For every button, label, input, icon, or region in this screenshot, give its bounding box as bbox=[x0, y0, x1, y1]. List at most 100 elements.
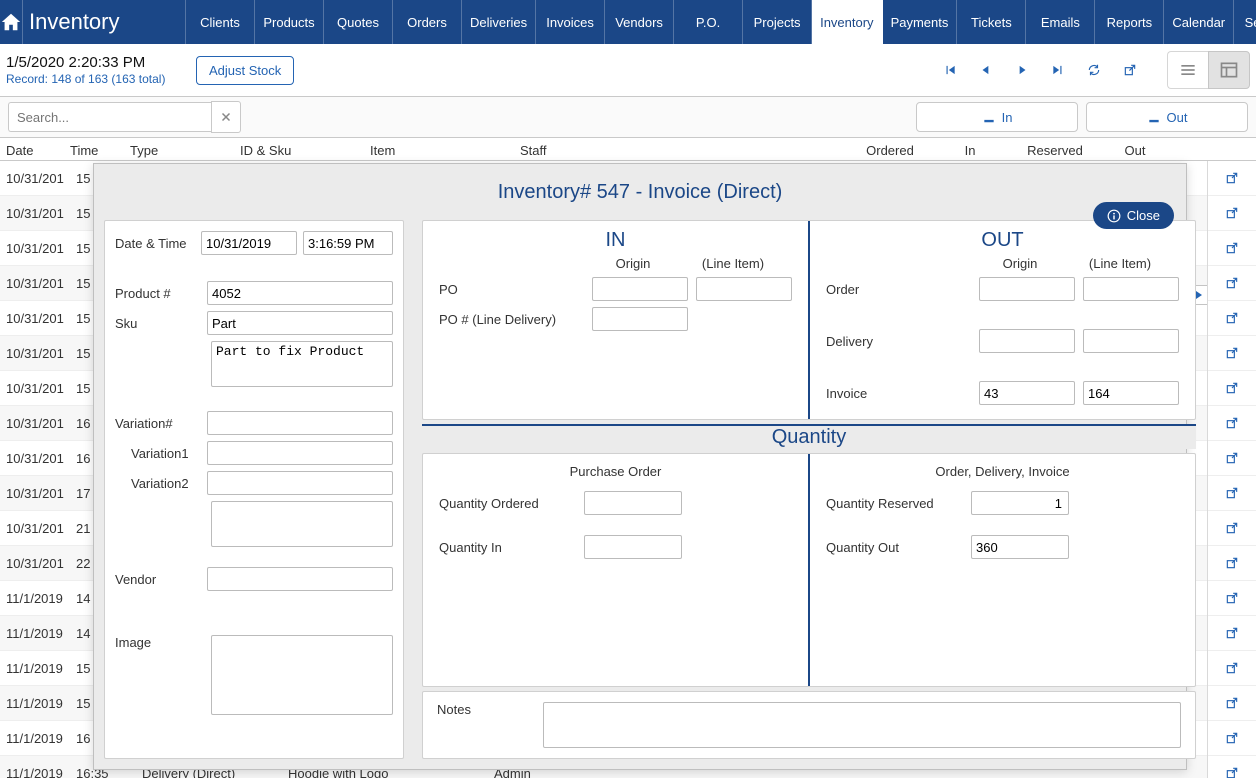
nav-tab-calendar[interactable]: Calendar bbox=[1164, 0, 1234, 44]
row-popout-button[interactable] bbox=[1208, 441, 1256, 476]
qty-out-input[interactable] bbox=[971, 535, 1069, 559]
image-box[interactable] bbox=[211, 635, 393, 715]
row-popout-button[interactable] bbox=[1208, 301, 1256, 336]
qty-reserved-input[interactable] bbox=[971, 491, 1069, 515]
row-popout-button[interactable] bbox=[1208, 651, 1256, 686]
popout-icon bbox=[1225, 311, 1239, 325]
description-textarea[interactable] bbox=[211, 341, 393, 387]
variation-input[interactable] bbox=[207, 411, 393, 435]
popout-icon bbox=[1225, 346, 1239, 360]
variation1-input[interactable] bbox=[207, 441, 393, 465]
nav-tab-quotes[interactable]: Quotes bbox=[324, 0, 393, 44]
sku-input[interactable] bbox=[207, 311, 393, 335]
list-icon bbox=[1178, 60, 1198, 80]
delivery-origin-input[interactable] bbox=[979, 329, 1075, 353]
date-input[interactable] bbox=[201, 231, 297, 255]
nav-tab-emails[interactable]: Emails bbox=[1026, 0, 1095, 44]
row-popout-button[interactable] bbox=[1208, 616, 1256, 651]
next-record-icon[interactable] bbox=[1015, 63, 1029, 77]
detail-left-panel: Date & Time Product # Sku Variation# bbox=[104, 220, 404, 759]
col-date[interactable]: Date bbox=[0, 143, 70, 158]
nav-tab-clients[interactable]: Clients bbox=[186, 0, 255, 44]
col-in[interactable]: In bbox=[930, 143, 1010, 158]
module-title: Inventory bbox=[23, 0, 186, 44]
column-headers: Date Time Type ID & Sku Item Staff Order… bbox=[0, 138, 1256, 161]
in-button[interactable]: In bbox=[916, 102, 1078, 132]
order-origin-input[interactable] bbox=[979, 277, 1075, 301]
nav-tab-settings[interactable]: Settings bbox=[1234, 0, 1256, 44]
cell-date: 11/1/2019 bbox=[0, 731, 76, 746]
quantity-header: Quantity bbox=[422, 424, 1196, 449]
row-popout-button[interactable] bbox=[1208, 476, 1256, 511]
out-button[interactable]: Out bbox=[1086, 102, 1248, 132]
col-item[interactable]: Item bbox=[370, 143, 520, 158]
col-reserved[interactable]: Reserved bbox=[1010, 143, 1100, 158]
cell-date: 10/31/201 bbox=[0, 416, 76, 431]
clear-search-button[interactable] bbox=[211, 101, 241, 133]
nav-tab-po[interactable]: P.O. bbox=[674, 0, 743, 44]
adjust-stock-button[interactable]: Adjust Stock bbox=[196, 56, 294, 85]
po-lineitem-input[interactable] bbox=[696, 277, 792, 301]
nav-tab-deliveries[interactable]: Deliveries bbox=[462, 0, 536, 44]
row-popout-button[interactable] bbox=[1208, 196, 1256, 231]
col-ordered[interactable]: Ordered bbox=[850, 143, 930, 158]
nav-tab-inventory[interactable]: Inventory bbox=[812, 0, 882, 44]
cell-date: 10/31/201 bbox=[0, 241, 76, 256]
col-time[interactable]: Time bbox=[70, 143, 130, 158]
nav-tab-reports[interactable]: Reports bbox=[1095, 0, 1164, 44]
row-popout-button[interactable] bbox=[1208, 371, 1256, 406]
qty-ordered-input[interactable] bbox=[584, 491, 682, 515]
search-input[interactable] bbox=[8, 102, 211, 132]
time-input[interactable] bbox=[303, 231, 393, 255]
invoice-lineitem-input[interactable] bbox=[1083, 381, 1179, 405]
col-staff[interactable]: Staff bbox=[520, 143, 850, 158]
col-out[interactable]: Out bbox=[1100, 143, 1170, 158]
product-input[interactable] bbox=[207, 281, 393, 305]
qty-in-input[interactable] bbox=[584, 535, 682, 559]
delivery-lineitem-input[interactable] bbox=[1083, 329, 1179, 353]
detail-view-button[interactable] bbox=[1208, 51, 1250, 89]
row-popout-button[interactable] bbox=[1208, 686, 1256, 721]
last-record-icon[interactable] bbox=[1051, 63, 1065, 77]
row-popout-button[interactable] bbox=[1208, 231, 1256, 266]
nav-tab-projects[interactable]: Projects bbox=[743, 0, 812, 44]
row-popout-button[interactable] bbox=[1208, 161, 1256, 196]
label-variation2: Variation2 bbox=[115, 476, 201, 491]
modal-title: Inventory# 547 - Invoice (Direct) bbox=[498, 181, 783, 204]
cell-date: 10/31/201 bbox=[0, 276, 76, 291]
nav-tab-vendors[interactable]: Vendors bbox=[605, 0, 674, 44]
variation2-input[interactable] bbox=[207, 471, 393, 495]
row-popout-button[interactable] bbox=[1208, 756, 1256, 778]
row-popout-button[interactable] bbox=[1208, 511, 1256, 546]
nav-tab-invoices[interactable]: Invoices bbox=[536, 0, 605, 44]
nav-tab-tickets[interactable]: Tickets bbox=[957, 0, 1026, 44]
col-type[interactable]: Type bbox=[130, 143, 240, 158]
subbar: 1/5/2020 2:20:33 PM Record: 148 of 163 (… bbox=[0, 44, 1256, 97]
po-line-input[interactable] bbox=[592, 307, 688, 331]
row-popout-button[interactable] bbox=[1208, 546, 1256, 581]
row-popout-button[interactable] bbox=[1208, 336, 1256, 371]
prev-record-icon[interactable] bbox=[979, 63, 993, 77]
list-view-button[interactable] bbox=[1167, 51, 1208, 89]
notes-textarea[interactable] bbox=[543, 702, 1181, 748]
nav-tab-orders[interactable]: Orders bbox=[393, 0, 462, 44]
nav-tab-payments[interactable]: Payments bbox=[883, 0, 958, 44]
variation-notes-textarea[interactable] bbox=[211, 501, 393, 547]
home-button[interactable] bbox=[0, 0, 23, 44]
popout-icon bbox=[1225, 381, 1239, 395]
refresh-icon[interactable] bbox=[1087, 63, 1101, 77]
vendor-input[interactable] bbox=[207, 567, 393, 591]
invoice-origin-input[interactable] bbox=[979, 381, 1075, 405]
row-popout-button[interactable] bbox=[1208, 721, 1256, 756]
nav-tab-products[interactable]: Products bbox=[255, 0, 324, 44]
order-lineitem-input[interactable] bbox=[1083, 277, 1179, 301]
cell-date: 10/31/201 bbox=[0, 171, 76, 186]
row-popout-button[interactable] bbox=[1208, 406, 1256, 441]
first-record-icon[interactable] bbox=[943, 63, 957, 77]
label-qty-out: Quantity Out bbox=[826, 540, 971, 555]
popout-icon[interactable] bbox=[1123, 63, 1137, 77]
po-origin-input[interactable] bbox=[592, 277, 688, 301]
col-idsku[interactable]: ID & Sku bbox=[240, 143, 370, 158]
row-popout-button[interactable] bbox=[1208, 581, 1256, 616]
row-popout-button[interactable] bbox=[1208, 266, 1256, 301]
